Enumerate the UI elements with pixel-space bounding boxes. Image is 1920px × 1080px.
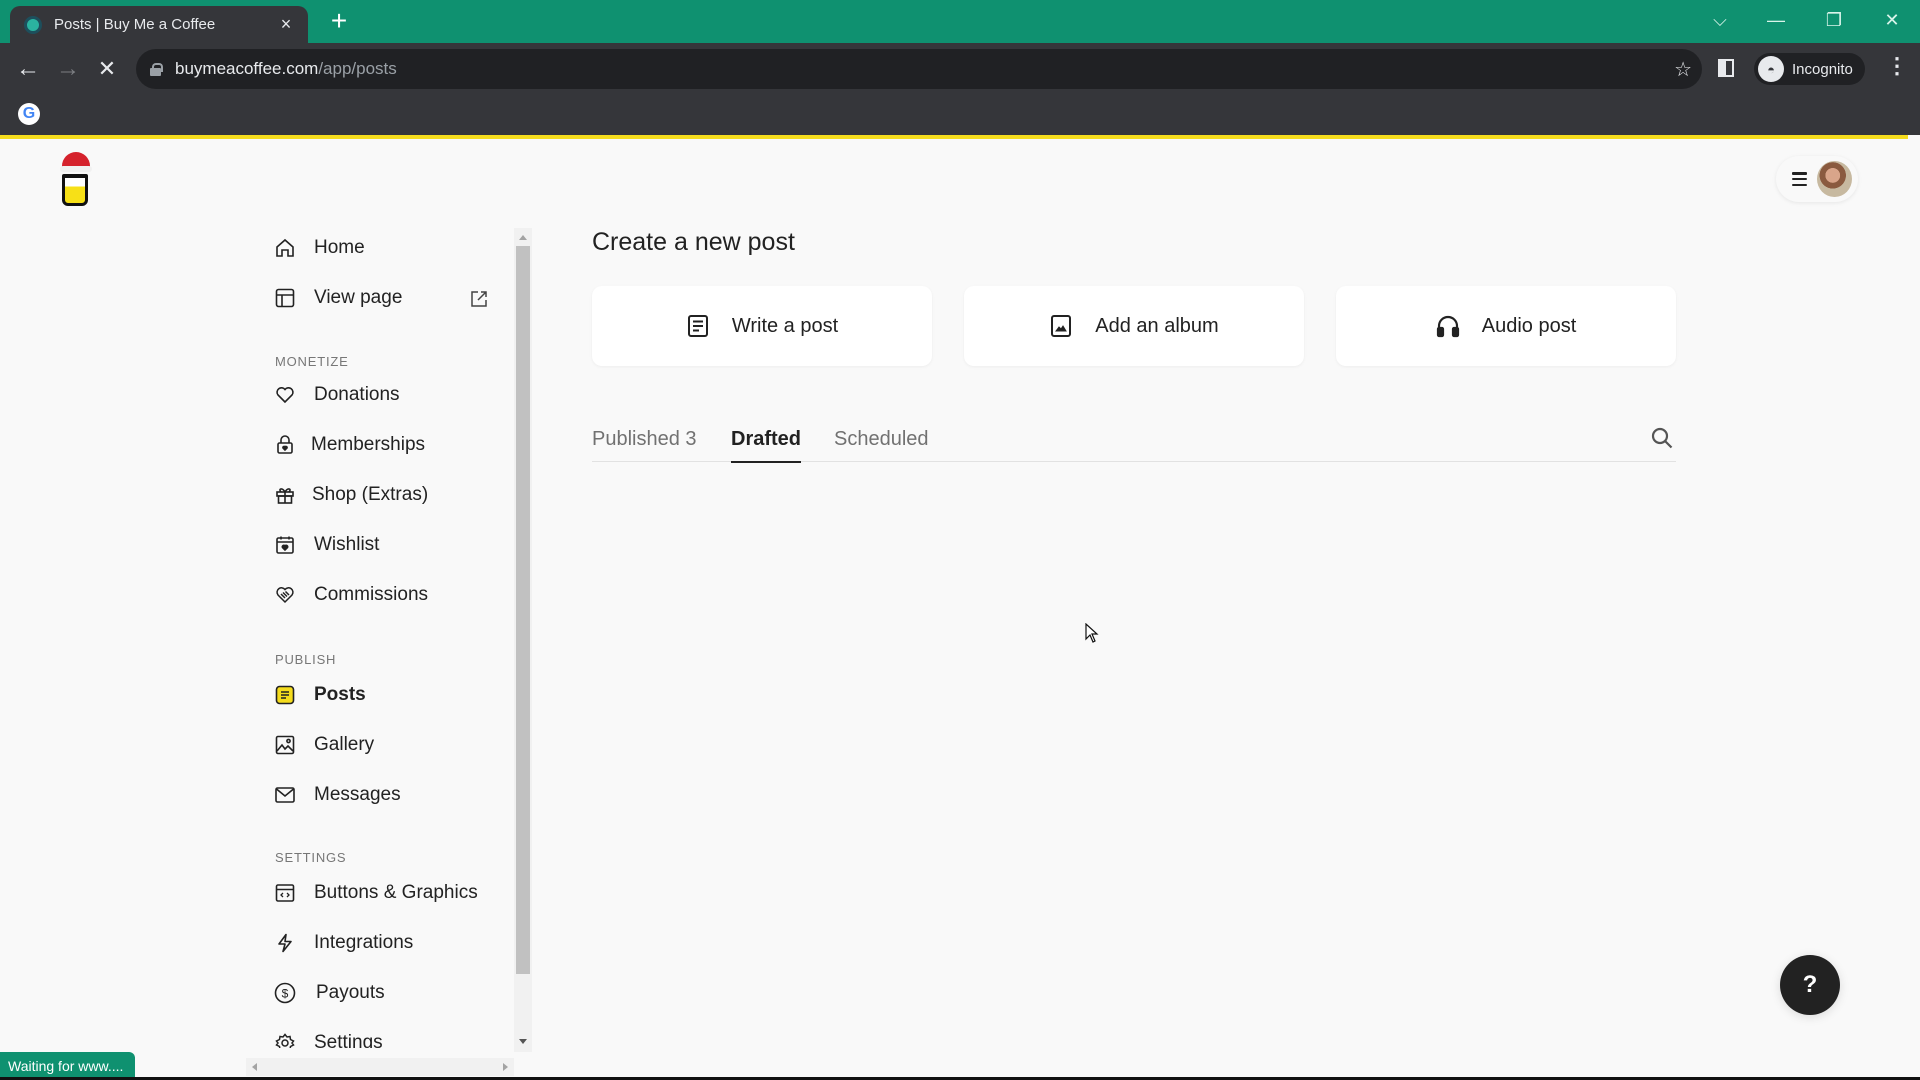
buymeacoffee-logo[interactable] <box>58 152 92 208</box>
headphones-icon <box>1436 314 1460 338</box>
tab-published[interactable]: Published 3 <box>592 416 697 462</box>
sidebar-item-settings[interactable]: Settings <box>274 1023 383 1048</box>
coffee-cup-icon <box>62 174 88 206</box>
sidebar-item-wishlist[interactable]: Wishlist <box>274 525 379 565</box>
sidebar: Home View page MONETIZE Donations Member… <box>270 228 520 1048</box>
new-tab-button[interactable]: + <box>324 6 354 36</box>
santa-hat-icon <box>60 152 92 172</box>
layout-icon <box>274 287 296 309</box>
close-window-button[interactable]: ✕ <box>1864 0 1920 40</box>
calendar-heart-icon <box>274 534 296 556</box>
scrollbar-thumb[interactable] <box>516 246 530 974</box>
mail-icon <box>274 784 296 806</box>
image-icon <box>1049 314 1073 338</box>
search-icon[interactable] <box>1650 426 1676 452</box>
post-status-tabs: Published 3 Drafted Scheduled <box>592 416 1676 463</box>
lock-icon <box>150 62 163 76</box>
google-bookmark-icon[interactable]: G <box>18 103 40 125</box>
user-menu-button[interactable] <box>1776 156 1858 202</box>
sidebar-horizontal-scrollbar[interactable] <box>246 1058 514 1076</box>
incognito-profile-button[interactable]: ◓ Incognito <box>1754 53 1865 85</box>
section-label-monetize: MONETIZE <box>275 354 349 369</box>
hamburger-icon <box>1792 172 1808 186</box>
sidebar-item-shop[interactable]: Shop (Extras) <box>274 475 428 515</box>
gift-icon <box>274 484 296 506</box>
page-accent-bar <box>0 135 1908 139</box>
browser-tab[interactable]: Posts | Buy Me a Coffee × <box>10 6 308 43</box>
posts-icon <box>274 684 296 706</box>
tab-title: Posts | Buy Me a Coffee <box>54 16 216 33</box>
url-path: /app/posts <box>318 59 397 78</box>
external-link-icon[interactable] <box>470 290 488 308</box>
site-favicon-icon <box>24 15 42 34</box>
dollar-circle-icon: $ <box>274 982 296 1004</box>
sidebar-item-messages[interactable]: Messages <box>274 775 401 815</box>
url-host: buymeacoffee.com <box>175 59 319 78</box>
sidebar-item-buttons-graphics[interactable]: Buttons & Graphics <box>274 873 478 913</box>
lock-icon <box>274 434 296 456</box>
sidebar-item-commissions[interactable]: Commissions <box>274 575 428 615</box>
sidebar-item-memberships[interactable]: Memberships <box>274 425 425 465</box>
browser-menu-button[interactable]: ⋮ <box>1886 55 1908 77</box>
add-album-button[interactable]: Add an album <box>964 286 1304 366</box>
scroll-left-arrow-icon[interactable] <box>252 1063 257 1071</box>
mouse-cursor-icon <box>1085 623 1099 643</box>
avatar <box>1817 161 1852 197</box>
help-button[interactable]: ? <box>1780 955 1840 1015</box>
sidebar-item-integrations[interactable]: Integrations <box>274 923 413 963</box>
code-window-icon <box>274 882 296 904</box>
bookmark-star-icon[interactable]: ☆ <box>1674 57 1692 82</box>
tab-close-button[interactable]: × <box>276 14 296 35</box>
sidebar-item-donations[interactable]: Donations <box>274 375 400 415</box>
section-label-publish: PUBLISH <box>275 652 337 667</box>
scroll-down-arrow-icon[interactable] <box>519 1039 527 1044</box>
browser-toolbar: ← → ✕ buymeacoffee.com/app/posts ☆ ◓ Inc… <box>0 43 1920 95</box>
document-icon <box>686 314 710 338</box>
sidebar-item-payouts[interactable]: $ Payouts <box>274 973 385 1013</box>
forward-button[interactable]: → <box>50 51 86 87</box>
heart-icon <box>274 384 296 406</box>
scroll-up-arrow-icon[interactable] <box>519 235 527 240</box>
handshake-icon <box>274 584 296 606</box>
audio-post-button[interactable]: Audio post <box>1336 286 1676 366</box>
sidebar-item-posts[interactable]: Posts <box>274 675 366 715</box>
page-title: Create a new post <box>592 228 795 256</box>
svg-text:$: $ <box>282 987 289 1001</box>
status-bar: Waiting for www.... <box>0 1052 136 1080</box>
scroll-right-arrow-icon[interactable] <box>503 1063 508 1071</box>
gear-icon <box>274 1032 296 1048</box>
sidebar-item-gallery[interactable]: Gallery <box>274 725 374 765</box>
lightning-icon <box>274 932 296 954</box>
tab-search-button[interactable]: ⌵ <box>1692 0 1748 40</box>
gallery-icon <box>274 734 296 756</box>
back-button[interactable]: ← <box>10 51 46 87</box>
stop-loading-button[interactable]: ✕ <box>89 51 125 87</box>
bookmarks-bar: G <box>0 95 1920 135</box>
tab-drafted[interactable]: Drafted <box>731 416 802 463</box>
minimize-button[interactable]: — <box>1748 0 1804 40</box>
sidebar-vertical-scrollbar[interactable] <box>514 228 532 1052</box>
side-panel-icon[interactable] <box>1718 59 1734 77</box>
incognito-label: Incognito <box>1792 60 1853 78</box>
tab-scheduled[interactable]: Scheduled <box>834 416 929 462</box>
restore-button[interactable]: ❐ <box>1806 0 1862 40</box>
write-post-button[interactable]: Write a post <box>592 286 932 366</box>
address-bar[interactable]: buymeacoffee.com/app/posts ☆ <box>136 49 1702 89</box>
incognito-icon: ◓ <box>1758 56 1784 82</box>
home-icon <box>274 237 296 259</box>
sidebar-item-home[interactable]: Home <box>274 228 365 268</box>
section-label-settings: SETTINGS <box>275 850 347 865</box>
browser-tabstrip: Posts | Buy Me a Coffee × + ⌵ — ❐ ✕ <box>0 0 1920 43</box>
